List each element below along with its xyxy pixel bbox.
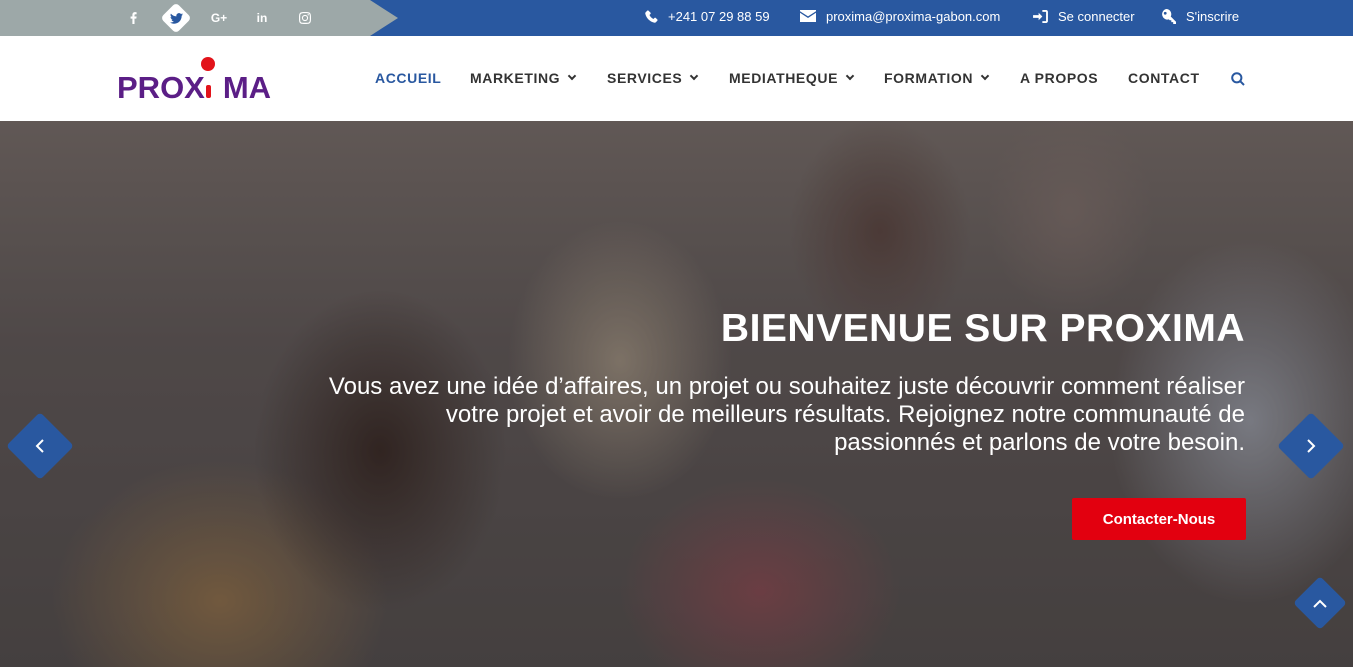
chevron-down-icon	[567, 71, 577, 81]
chevron-up-icon	[1313, 599, 1327, 608]
facebook-icon[interactable]	[118, 0, 148, 36]
chevron-down-icon	[980, 71, 990, 81]
nav-a-propos-label: A PROPOS	[1020, 70, 1099, 86]
nav-marketing[interactable]: MARKETING	[470, 70, 577, 86]
nav-accueil[interactable]: ACCUEIL	[375, 70, 441, 86]
register-label: S'inscrire	[1186, 8, 1240, 24]
nav-a-propos[interactable]: A PROPOS	[1020, 70, 1098, 86]
email-address: proxima@proxima-gabon.com	[826, 8, 1001, 24]
logo-text: PROX MA	[117, 70, 272, 105]
nav-formation-label: FORMATION	[884, 70, 974, 86]
twitter-icon[interactable]	[160, 0, 192, 36]
logo-dot	[201, 57, 215, 71]
instagram-icon[interactable]	[290, 0, 320, 36]
slider-prev-button[interactable]	[6, 412, 74, 480]
chevron-down-icon	[845, 71, 855, 81]
hero-title: BIENVENUE SUR PROXIMA	[720, 307, 1245, 350]
key-icon	[1162, 8, 1176, 24]
nav-contact-label: CONTACT	[1128, 70, 1200, 86]
logo-i-stem	[206, 85, 211, 98]
nav-marketing-label: MARKETING	[470, 70, 561, 86]
google-plus-icon[interactable]: G+	[204, 0, 234, 36]
login-label: Se connecter	[1058, 8, 1135, 24]
chevron-down-icon	[690, 71, 699, 81]
search-icon[interactable]	[1231, 72, 1245, 91]
login-link[interactable]: Se connecter	[1033, 0, 1135, 32]
email-contact[interactable]: proxima@proxima-gabon.com	[800, 0, 1000, 32]
scroll-top-button[interactable]	[1293, 576, 1347, 630]
register-link[interactable]: S'inscrire	[1161, 0, 1239, 32]
top-bar: G+ in +241 07 29 88 59 proxima@proxima-g…	[0, 0, 1353, 36]
phone-icon	[645, 9, 658, 23]
contact-us-button[interactable]: Contacter-Nous	[1072, 498, 1246, 540]
nav-services-label: SERVICES	[607, 70, 683, 86]
sign-in-icon	[1033, 9, 1048, 23]
linkedin-icon[interactable]: in	[247, 0, 277, 36]
chevron-left-icon	[35, 439, 44, 453]
nav-mediatheque[interactable]: MEDIATHEQUE	[729, 70, 855, 86]
nav-mediatheque-label: MEDIATHEQUE	[729, 70, 839, 86]
envelope-icon	[800, 10, 816, 22]
phone-number: +241 07 29 88 59	[668, 8, 770, 24]
main-navbar: PROX MA ACCUEIL MARKETING SERVICES MEDIAT…	[0, 36, 1353, 121]
nav-contact[interactable]: CONTACT	[1128, 70, 1200, 86]
hero-slider: BIENVENUE SUR PROXIMA Vous avez une idée…	[0, 121, 1353, 667]
nav-accueil-label: ACCUEIL	[375, 70, 442, 86]
chevron-right-icon	[1307, 439, 1316, 453]
nav-services[interactable]: SERVICES	[607, 70, 699, 86]
social-links: G+ in	[0, 0, 398, 36]
nav-formation[interactable]: FORMATION	[884, 70, 990, 86]
slider-next-button[interactable]	[1277, 412, 1345, 480]
phone-contact[interactable]: +241 07 29 88 59	[645, 0, 770, 32]
hero-text: Vous avez une idée d’affaires, un projet…	[328, 373, 1245, 456]
